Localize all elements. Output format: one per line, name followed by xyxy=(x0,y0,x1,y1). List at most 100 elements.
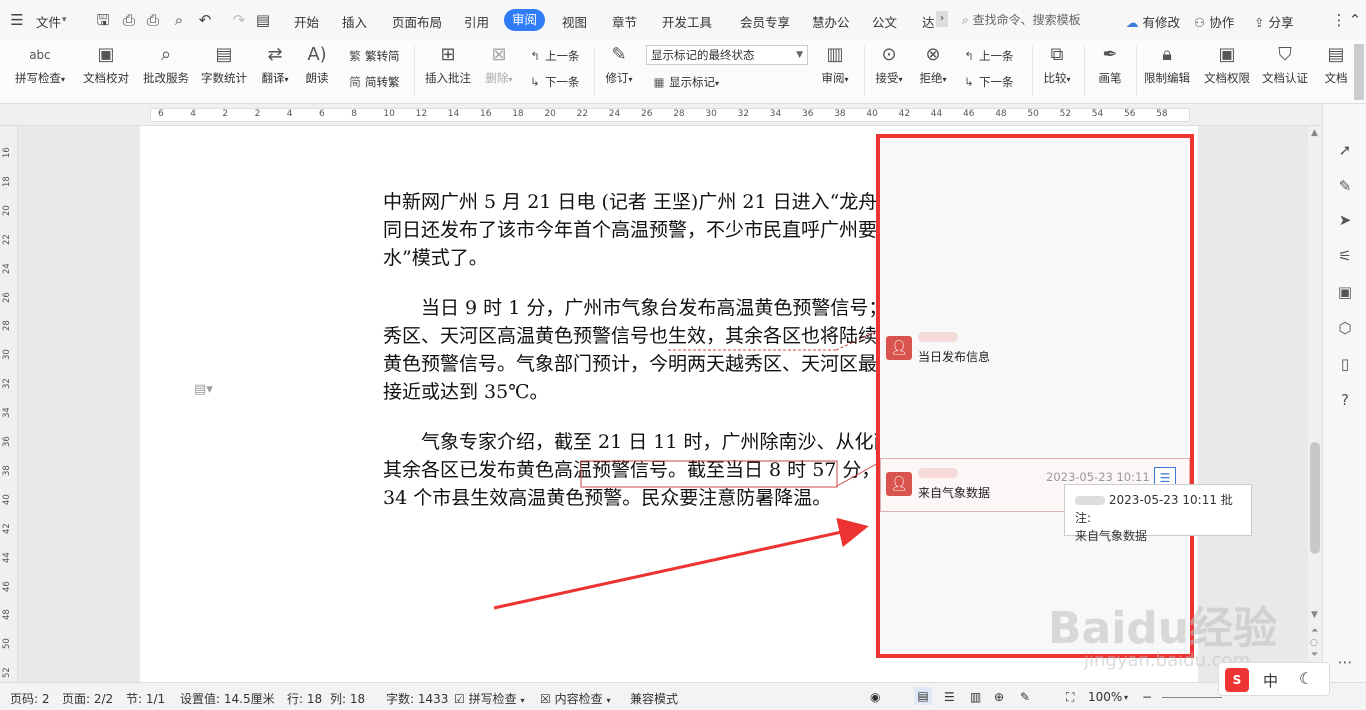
compare-button[interactable]: ⧉ 比较▾ xyxy=(1038,44,1076,86)
redo-icon[interactable]: ↷ xyxy=(230,11,248,29)
ribbon-scroll-right[interactable] xyxy=(1354,44,1364,100)
tab-home[interactable]: 开始 xyxy=(294,12,319,31)
delete-comment-button[interactable]: ⊠ 删除▾ xyxy=(480,44,518,86)
read-view-icon[interactable]: ▥ xyxy=(970,690,981,704)
format-painter-icon[interactable]: ▤ xyxy=(254,11,272,29)
doc-proof-button[interactable]: ▣ 文档校对 xyxy=(80,44,132,86)
tab-developer[interactable]: 开发工具 xyxy=(662,12,712,31)
zoom-chevron-icon[interactable]: ▾ xyxy=(1124,693,1128,702)
ime-mode[interactable]: 中 xyxy=(1263,670,1278,691)
brand-icon[interactable]: ⬡ xyxy=(1335,318,1355,338)
next-comment-button[interactable]: ↳ 下一条 xyxy=(528,74,579,90)
prev-page-icon[interactable]: ⏶ xyxy=(1311,626,1318,636)
status-pages[interactable]: 页面: 2/2 xyxy=(62,690,113,707)
tab-scroll-right-icon[interactable]: › xyxy=(936,11,948,27)
read-aloud-button[interactable]: A) 朗读 xyxy=(300,44,334,86)
next-page-icon[interactable]: ⏷ xyxy=(1311,650,1318,660)
status-content-check[interactable]: ☒ 内容检查 ▾ xyxy=(540,690,610,707)
prev-change-button[interactable]: ↰ 上一条 xyxy=(962,48,1013,64)
review-pane-button[interactable]: ▥ 审阅▾ xyxy=(816,44,854,86)
command-search[interactable]: ⌕ 查找命令、搜索模板 xyxy=(962,10,1112,30)
collapse-icon[interactable]: ⌃ xyxy=(1346,11,1364,29)
outline-view-icon[interactable]: ☰ xyxy=(944,690,955,704)
zoom-slider[interactable] xyxy=(1162,697,1222,698)
accept-button[interactable]: ⊙ 接受▾ xyxy=(870,44,908,86)
simp-to-trad-button[interactable]: 简简转繁 xyxy=(348,74,399,90)
show-markup-button[interactable]: ▦ 显示标记▾ xyxy=(652,74,719,90)
export-pdf-icon[interactable]: ⎙ xyxy=(120,11,138,29)
rocket-icon[interactable]: ➚ xyxy=(1335,140,1355,160)
word-count-button[interactable]: ▤ 字数统计 xyxy=(198,44,250,86)
status-col[interactable]: 列: 18 xyxy=(330,690,365,707)
status-section[interactable]: 节: 1/1 xyxy=(126,690,165,707)
scroll-down-icon[interactable]: ▼ xyxy=(1311,610,1318,620)
moon-icon[interactable]: ☾ xyxy=(1299,669,1313,688)
translate-button[interactable]: ⇄ 翻译▾ xyxy=(256,44,294,86)
insert-comment-button[interactable]: ⊞ 插入批注 xyxy=(422,44,474,86)
tab-more[interactable]: 达 xyxy=(922,12,935,31)
spellcheck-button[interactable]: abc 拼写检查▾ xyxy=(10,44,70,86)
has-changes-button[interactable]: ☁ 有修改 xyxy=(1126,12,1180,31)
sogou-icon[interactable]: S xyxy=(1225,668,1249,692)
status-setting[interactable]: 设置值: 14.5厘米 xyxy=(180,690,275,707)
ruler-tick-label: 8 xyxy=(351,109,357,119)
next-change-button[interactable]: ↳ 下一条 xyxy=(962,74,1013,90)
status-word-count[interactable]: 字数: 1433 xyxy=(386,690,448,707)
share-button[interactable]: ⇪ 分享 xyxy=(1254,12,1293,31)
tab-view[interactable]: 视图 xyxy=(562,12,587,31)
tab-member[interactable]: 会员专享 xyxy=(740,12,790,31)
zoom-out-icon[interactable]: − xyxy=(1142,690,1152,704)
tab-review[interactable]: 审阅 xyxy=(504,9,546,31)
trad-to-simp-button[interactable]: 繁繁转简 xyxy=(348,48,399,64)
collaborate-button[interactable]: ⚇ 协作 xyxy=(1194,12,1234,31)
more-dots-icon[interactable]: ⋯ xyxy=(1335,652,1355,672)
tab-page-layout[interactable]: 页面布局 xyxy=(392,12,442,31)
edit-pen-icon[interactable]: ✎ xyxy=(1335,176,1355,196)
browse-object-icon[interactable]: ○ xyxy=(1310,638,1318,648)
paragraph-options-icon[interactable]: ▤▾ xyxy=(194,382,213,397)
tab-smart-office[interactable]: 慧办公 xyxy=(812,12,850,31)
scroll-up-icon[interactable]: ▲ xyxy=(1311,128,1318,138)
status-row[interactable]: 行: 18 xyxy=(287,690,322,707)
web-view-icon[interactable]: ⊕ xyxy=(994,690,1004,704)
ruler-tick-label: 22 xyxy=(576,109,589,119)
ribbon-divider xyxy=(1084,46,1085,96)
vruler-tick-label: 20 xyxy=(2,204,12,216)
menu-icon[interactable]: ☰ xyxy=(8,11,26,29)
vertical-scrollbar[interactable]: ▲ ▼ ⏶ ○ ⏷ xyxy=(1308,126,1322,682)
tab-insert[interactable]: 插入 xyxy=(342,12,367,31)
reject-button[interactable]: ⊗ 拒绝▾ xyxy=(914,44,952,86)
zoom-level[interactable]: 100% xyxy=(1088,690,1122,704)
file-menu[interactable]: 文件 xyxy=(36,12,61,31)
save-icon[interactable]: 🖫 xyxy=(94,11,112,29)
doc-permission-button[interactable]: ▣ 文档权限 xyxy=(1200,44,1254,86)
pointer-icon[interactable]: ➤ xyxy=(1335,210,1355,230)
tab-chapter[interactable]: 章节 xyxy=(612,12,637,31)
sliders-icon[interactable]: ⚟ xyxy=(1335,246,1355,266)
tab-official-doc[interactable]: 公文 xyxy=(872,12,897,31)
fit-page-icon[interactable]: ⛶ xyxy=(1066,690,1074,705)
doc-cert-button[interactable]: ⛉ 文档认证 xyxy=(1258,44,1312,86)
doc-more-button[interactable]: ▤ 文档 xyxy=(1318,44,1354,86)
status-page[interactable]: 页码: 2 xyxy=(10,690,50,707)
file-menu-caret-icon[interactable]: ▾ xyxy=(62,15,67,25)
scrollbar-thumb[interactable] xyxy=(1310,442,1320,554)
track-changes-button[interactable]: ✎ 修订▾ xyxy=(600,44,638,86)
help-icon[interactable]: ? xyxy=(1335,390,1355,410)
revise-service-button[interactable]: ⌕ 批改服务 xyxy=(140,44,192,86)
undo-icon[interactable]: ↶ xyxy=(196,11,214,29)
write-view-icon[interactable]: ✎ xyxy=(1020,690,1030,704)
eye-protect-icon[interactable]: ◉ xyxy=(870,690,880,704)
prev-comment-button[interactable]: ↰ 上一条 xyxy=(528,48,579,64)
tab-references[interactable]: 引用 xyxy=(464,12,489,31)
display-mode-select[interactable]: 显示标记的最终状态 ▼ xyxy=(646,45,808,65)
restrict-edit-button[interactable]: 🔒︎ 限制编辑 xyxy=(1140,44,1194,86)
pen-button[interactable]: ✒ 画笔 xyxy=(1092,44,1128,86)
status-spellcheck[interactable]: ☑ 拼写检查 ▾ xyxy=(454,690,524,707)
page-view-icon[interactable]: ▤ xyxy=(914,687,932,705)
print-preview-icon[interactable]: ⌕ xyxy=(170,11,188,29)
book-icon[interactable]: ▯ xyxy=(1335,354,1355,374)
ribbon-divider xyxy=(1032,46,1033,96)
image-icon[interactable]: ▣ xyxy=(1335,282,1355,302)
print-icon[interactable]: ⎙ xyxy=(144,11,162,29)
